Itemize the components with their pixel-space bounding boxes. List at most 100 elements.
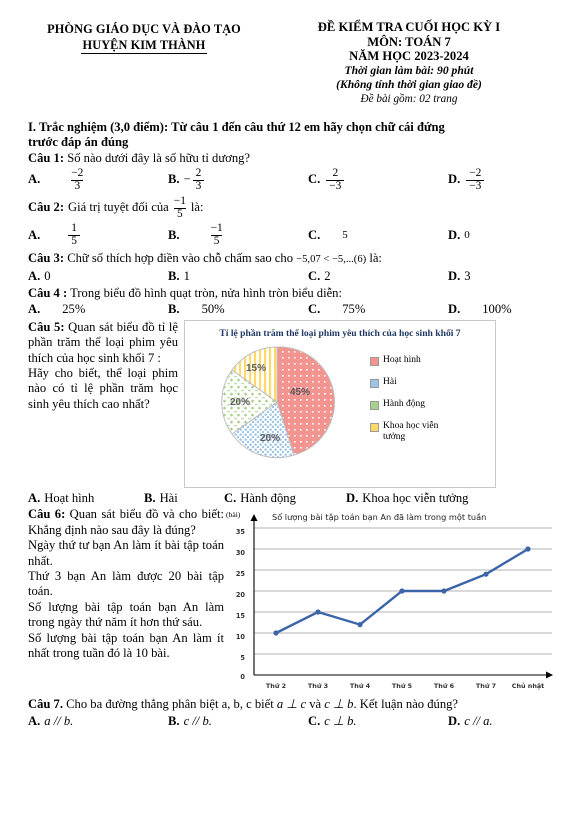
option-4-a[interactable]: A. 25% bbox=[28, 302, 168, 318]
option-3-c[interactable]: C. 2 bbox=[308, 269, 448, 285]
option-6-a[interactable]: Ngày thứ tư bạn An làm ít bài tập toán n… bbox=[28, 538, 224, 569]
exam-duration-note: (Không tính thời gian giao đề) bbox=[336, 77, 482, 91]
option-2-b-fraction: −1 5 bbox=[210, 222, 223, 247]
option-2-d-value: 0 bbox=[464, 228, 470, 241]
line-chart-y-axis bbox=[250, 514, 258, 676]
header-right-block: ĐỀ KIỂM TRA CUỐI HỌC KỲ I MÔN: TOÁN 7 NĂ… bbox=[260, 20, 558, 106]
option-1-b-sign: − bbox=[183, 172, 191, 187]
legend-item-hai: Hài bbox=[370, 377, 495, 388]
department-name: PHÒNG GIÁO DỤC VÀ ĐÀO TẠO bbox=[47, 22, 241, 36]
option-7-b-label: B. bbox=[168, 714, 180, 729]
line-chart-x-axis bbox=[254, 671, 553, 679]
option-5-d-value: Khoa học viễn tưởng bbox=[362, 490, 469, 505]
question-4-text: Trong biểu đồ hình quạt tròn, nửa hình t… bbox=[70, 285, 342, 300]
pie-chart-canvas: 45% 20% 20% 15% bbox=[185, 343, 370, 461]
option-6-c[interactable]: Số lượng bài tập toán bạn An làm trong n… bbox=[28, 600, 224, 631]
question-7-label: Câu 7. bbox=[28, 697, 63, 712]
legend-item-hanh-dong: Hành động bbox=[370, 399, 495, 410]
option-2-d-label: D. bbox=[448, 227, 461, 242]
option-2-a[interactable]: A. 1 5 bbox=[28, 223, 168, 247]
question-5-text-block: Câu 5: Quan sát biểu đồ tỉ lệ phần trăm … bbox=[28, 320, 178, 488]
xtick-thu-4: Thứ 4 bbox=[349, 682, 371, 691]
legend-swatch-icon-hai bbox=[370, 378, 379, 388]
option-5-d[interactable]: D. Khoa học viễn tưởng bbox=[346, 491, 468, 507]
exam-page: PHÒNG GIÁO DỤC VÀ ĐÀO TẠO HUYỆN KIM THÀN… bbox=[0, 0, 586, 839]
question-2: Câu 2: Giá trị tuyệt đối của −1 5 là: bbox=[28, 195, 558, 220]
question-4-options: A. 25% B. 50% C. 75% D. 100% bbox=[28, 302, 558, 318]
question-2-options: A. 1 5 B. −1 5 C. 5 D. 0 bbox=[28, 223, 558, 247]
pie-chart-figure: Tỉ lệ phần trăm thể loại phim yêu thích … bbox=[184, 319, 496, 488]
xtick-thu-3: Thứ 3 bbox=[307, 682, 329, 691]
document-header: PHÒNG GIÁO DỤC VÀ ĐÀO TẠO HUYỆN KIM THÀN… bbox=[0, 0, 586, 106]
option-6-d[interactable]: Số lượng bài tập toán bạn An làm ít nhất… bbox=[28, 631, 224, 662]
exam-duration: Thời gian làm bài: 90 phút bbox=[344, 63, 474, 77]
option-7-c[interactable]: C. c ⊥ b. bbox=[308, 714, 448, 730]
pie-label-hanh-dong: 20% bbox=[229, 397, 249, 408]
option-3-a[interactable]: A. 0 bbox=[28, 269, 168, 285]
option-2-d[interactable]: D. 0 bbox=[448, 223, 470, 247]
option-4-c[interactable]: C. 75% bbox=[308, 302, 448, 318]
question-7-mid: và bbox=[309, 697, 322, 712]
option-1-c[interactable]: C. 2 −3 bbox=[308, 167, 448, 192]
option-1-d-fraction: −2 −3 bbox=[466, 167, 485, 192]
option-1-a[interactable]: A. −2 3 bbox=[28, 166, 168, 192]
option-7-b[interactable]: B. c // b. bbox=[168, 714, 308, 730]
line-chart-svg bbox=[250, 514, 553, 679]
legend-item-hoat-hinh: Hoạt hình bbox=[370, 355, 495, 366]
question-5-subprompt: Hãy cho biết, thể loại phim nào có tỉ lệ… bbox=[28, 366, 178, 411]
option-2-a-label: A. bbox=[28, 227, 41, 242]
option-7-a-value: a // b. bbox=[44, 714, 74, 729]
option-7-d-value: c // a. bbox=[464, 714, 493, 729]
option-5-d-label: D. bbox=[346, 490, 359, 505]
pie-chart-area: 45% 20% 20% 15% Hoạt hình Hài Hành động … bbox=[185, 343, 495, 461]
option-7-a[interactable]: A. a // b. bbox=[28, 714, 168, 730]
option-3-d[interactable]: D. 3 bbox=[448, 269, 471, 285]
option-5-a[interactable]: A. Hoạt hình bbox=[28, 491, 144, 507]
option-5-a-label: A. bbox=[28, 490, 41, 505]
option-2-c[interactable]: C. 5 bbox=[308, 223, 448, 247]
option-3-a-label: A. bbox=[28, 269, 41, 284]
question-3-text-before: Chữ số thích hợp điền vào chỗ chấm sao c… bbox=[67, 251, 293, 266]
question-7-options: A. a // b. B. c // b. C. c ⊥ b. D. c // … bbox=[28, 714, 558, 730]
option-6-c-value: Số lượng bài tập toán bạn An làm trong n… bbox=[28, 599, 224, 630]
option-2-b[interactable]: B. −1 5 bbox=[168, 223, 308, 247]
xtick-thu-5: Thứ 5 bbox=[391, 682, 413, 691]
option-2-b-label: B. bbox=[168, 227, 180, 242]
option-1-a-fraction: −2 3 bbox=[71, 166, 84, 192]
question-2-text-after: là: bbox=[190, 200, 204, 215]
legend-item-khoa-hoc: Khoa học viễn tưởng bbox=[370, 421, 495, 443]
option-7-b-value: c // b. bbox=[183, 714, 212, 729]
option-1-b-label: B. bbox=[168, 172, 180, 187]
option-1-c-label: C. bbox=[308, 172, 321, 187]
xtick-chu-nhat: Chủ nhật bbox=[511, 682, 545, 691]
option-7-c-label: C. bbox=[308, 714, 321, 729]
header-left-block: PHÒNG GIÁO DỤC VÀ ĐÀO TẠO HUYỆN KIM THÀN… bbox=[28, 20, 260, 54]
question-7-math-1: a ⊥ c bbox=[276, 697, 307, 712]
pie-label-hai: 20% bbox=[259, 433, 279, 444]
option-3-d-label: D. bbox=[448, 269, 461, 284]
option-3-c-label: C. bbox=[308, 269, 321, 284]
option-5-c[interactable]: C. Hành động bbox=[224, 491, 346, 507]
section-heading-line2: trước đáp án đúng bbox=[28, 134, 129, 149]
question-5-options: A. Hoạt hình B. Hài C. Hành động D. Khoa… bbox=[28, 491, 558, 507]
question-3-label: Câu 3: bbox=[28, 251, 65, 266]
exam-content: I. Trắc nghiệm (3,0 điểm): Từ câu 1 đến … bbox=[0, 120, 586, 730]
question-1-text: Số nào dưới đây là số hữu tỉ dương? bbox=[67, 151, 251, 166]
question-2-text-before: Giá trị tuyệt đối của bbox=[68, 200, 169, 215]
option-6-b[interactable]: Thứ 3 bạn An làm được 20 bài tập toán. bbox=[28, 569, 224, 600]
option-1-b[interactable]: B. − 2 3 bbox=[168, 167, 308, 192]
option-1-d-label: D. bbox=[448, 172, 461, 187]
option-2-a-fraction: 1 5 bbox=[68, 223, 80, 247]
option-3-b[interactable]: B. 1 bbox=[168, 269, 308, 285]
option-4-b[interactable]: B. 50% bbox=[168, 302, 308, 318]
question-7-math-2: c ⊥ b bbox=[324, 697, 354, 712]
option-4-d[interactable]: D. 100% bbox=[448, 302, 512, 318]
exam-title: ĐỀ KIỂM TRA CUỐI HỌC KỲ I bbox=[317, 20, 501, 34]
option-7-d[interactable]: D. c // a. bbox=[448, 714, 493, 730]
option-6-d-value: Số lượng bài tập toán bạn An làm ít nhất… bbox=[28, 630, 224, 661]
option-5-b-label: B. bbox=[144, 490, 156, 505]
pie-chart-title: Tỉ lệ phần trăm thể loại phim yêu thích … bbox=[219, 327, 461, 339]
option-5-b[interactable]: B. Hài bbox=[144, 491, 224, 507]
option-1-d[interactable]: D. −2 −3 bbox=[448, 167, 486, 192]
question-5: Câu 5: Quan sát biểu đồ tỉ lệ phần trăm … bbox=[28, 319, 558, 488]
